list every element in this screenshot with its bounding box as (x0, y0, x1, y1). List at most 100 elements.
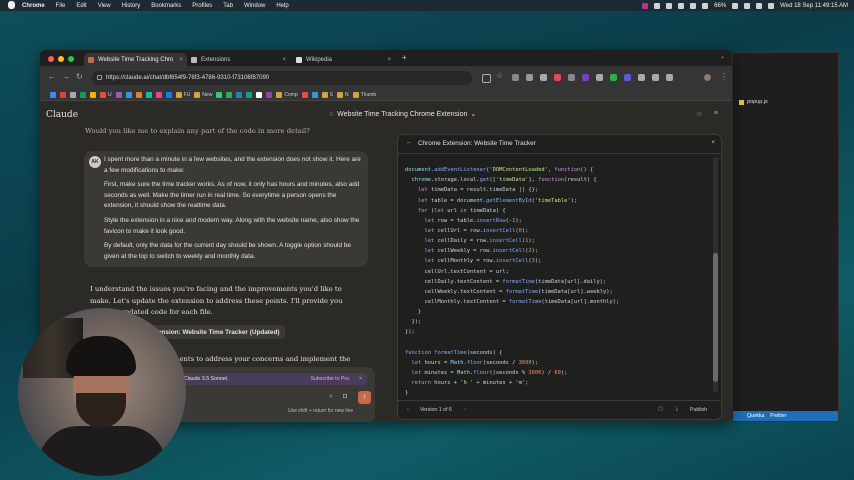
star-icon[interactable]: ☆ (696, 110, 702, 118)
close-icon[interactable]: × (359, 376, 362, 382)
back-icon[interactable]: ← (48, 72, 56, 81)
settings-sliders-icon[interactable]: ≡ (714, 110, 718, 117)
close-window-button[interactable] (48, 56, 54, 62)
claude-logo[interactable]: Claude (46, 110, 78, 120)
bookmark-item[interactable]: S (321, 92, 333, 98)
menu-history[interactable]: History (122, 3, 141, 9)
previous-version-icon[interactable]: ← (406, 406, 411, 412)
bookmark-item[interactable] (226, 92, 233, 98)
bookmark-item[interactable] (145, 92, 152, 98)
subscribe-link[interactable]: Subscribe to Pro (311, 376, 349, 382)
send-button[interactable]: ↑ (358, 391, 371, 404)
attach-icon[interactable]: ⌕ (329, 393, 333, 401)
bookmark-item[interactable] (50, 92, 56, 98)
extension-icon[interactable] (652, 74, 659, 81)
control-center-icon[interactable] (768, 2, 775, 9)
bookmark-item[interactable] (246, 92, 253, 98)
conversation-title[interactable]: ◌ Website Time Tracking Chrome Extension ⌄ (329, 110, 476, 118)
install-icon[interactable] (482, 74, 491, 83)
site-info-icon[interactable] (97, 75, 102, 80)
bookmark-item[interactable] (266, 92, 273, 98)
extension-icon[interactable] (596, 74, 603, 81)
more-menu-icon[interactable]: ⋮ (720, 72, 728, 81)
menu-tab[interactable]: Tab (223, 3, 233, 9)
copy-icon[interactable]: ▢ (658, 406, 663, 412)
bookmark-item[interactable] (60, 92, 66, 98)
menu-app-name[interactable]: Chrome (22, 3, 45, 9)
camera-icon[interactable]: ◘ (343, 393, 347, 400)
zoom-window-button[interactable] (68, 56, 74, 62)
status-icon[interactable] (654, 2, 661, 9)
extension-icon[interactable] (610, 74, 617, 81)
bookmark-item[interactable] (70, 92, 76, 98)
code-scrollbar[interactable] (713, 157, 718, 393)
menu-window[interactable]: Window (244, 3, 265, 9)
apple-icon[interactable] (8, 1, 15, 9)
next-version-icon[interactable]: → (462, 406, 467, 412)
close-tab-icon[interactable]: × (179, 57, 183, 63)
puzzle-icon[interactable] (666, 74, 673, 81)
bookmark-item[interactable]: Thumb (352, 92, 376, 98)
extension-icon[interactable] (568, 74, 575, 81)
extension-icon[interactable] (638, 74, 645, 81)
bookmark-item[interactable] (90, 92, 96, 98)
scrollbar-thumb[interactable] (713, 252, 718, 383)
new-tab-button[interactable]: + (402, 53, 407, 62)
minimize-window-button[interactable] (58, 56, 64, 62)
status-quokka[interactable]: Quokka (747, 413, 764, 419)
bookmark-item[interactable]: Comp (276, 92, 298, 98)
status-icon[interactable] (702, 2, 709, 9)
extension-icon[interactable] (554, 74, 561, 81)
close-tab-icon[interactable]: × (282, 57, 286, 63)
status-prettier[interactable]: Prettier (770, 413, 786, 419)
close-icon[interactable]: × (711, 139, 715, 146)
bookmark-item[interactable] (311, 92, 318, 98)
back-icon[interactable]: ← (406, 139, 412, 146)
tab-search-icon[interactable]: ⌄ (720, 53, 725, 60)
forward-icon[interactable]: → (62, 72, 70, 81)
search-icon[interactable] (756, 2, 763, 9)
bookmark-item[interactable]: U (100, 92, 112, 98)
bookmark-item[interactable] (236, 92, 243, 98)
menu-edit[interactable]: Edit (76, 3, 86, 9)
battery-icon[interactable] (732, 2, 739, 9)
profile-avatar[interactable] (704, 74, 711, 81)
bookmark-item[interactable] (301, 92, 308, 98)
extension-icon[interactable] (582, 74, 589, 81)
close-tab-icon[interactable]: × (387, 57, 391, 63)
bookmark-item[interactable]: New (194, 92, 212, 98)
bookmark-item[interactable] (125, 92, 132, 98)
status-icon[interactable] (678, 2, 685, 9)
bookmark-item[interactable] (256, 92, 263, 98)
address-bar[interactable]: https://claude.ai/chat/dbf654f9-76f3-478… (92, 71, 472, 85)
menu-view[interactable]: View (98, 3, 111, 9)
editor-tab[interactable]: popup.js (735, 97, 805, 107)
bookmark-item[interactable] (135, 92, 142, 98)
screen-record-icon[interactable] (642, 2, 649, 9)
code-view[interactable]: document.addEventListener('DOMContentLoa… (405, 155, 710, 419)
bookmark-item[interactable]: N (337, 92, 349, 98)
bookmark-star-icon[interactable]: ☆ (496, 71, 503, 80)
download-icon[interactable]: ⤓ (676, 406, 678, 413)
publish-button[interactable]: Publish (690, 407, 707, 413)
bookmark-item[interactable] (216, 92, 223, 98)
status-icon[interactable] (666, 2, 673, 9)
bookmark-item[interactable] (80, 92, 86, 98)
bookmark-item[interactable] (115, 92, 122, 98)
wifi-icon[interactable] (744, 2, 751, 9)
reload-icon[interactable]: ↻ (76, 72, 83, 81)
menu-file[interactable]: File (56, 3, 66, 9)
bookmark-item[interactable] (155, 92, 162, 98)
tab-extensions[interactable]: Extensions × (187, 53, 290, 66)
bookmark-item[interactable]: FU (175, 92, 190, 98)
extension-icon[interactable] (624, 74, 631, 81)
bookmark-item[interactable] (165, 92, 172, 98)
extension-icon[interactable] (526, 74, 533, 81)
extension-icon[interactable] (512, 74, 519, 81)
menu-profiles[interactable]: Profiles (192, 3, 212, 9)
extension-icon[interactable] (540, 74, 547, 81)
tab-claude[interactable]: Website Time Tracking Chro × (84, 53, 187, 66)
clock[interactable]: Wed 18 Sep 11:49:15 AM (780, 3, 848, 9)
tab-wikipedia[interactable]: Wikipedia × (292, 53, 395, 66)
status-icon[interactable] (690, 2, 697, 9)
